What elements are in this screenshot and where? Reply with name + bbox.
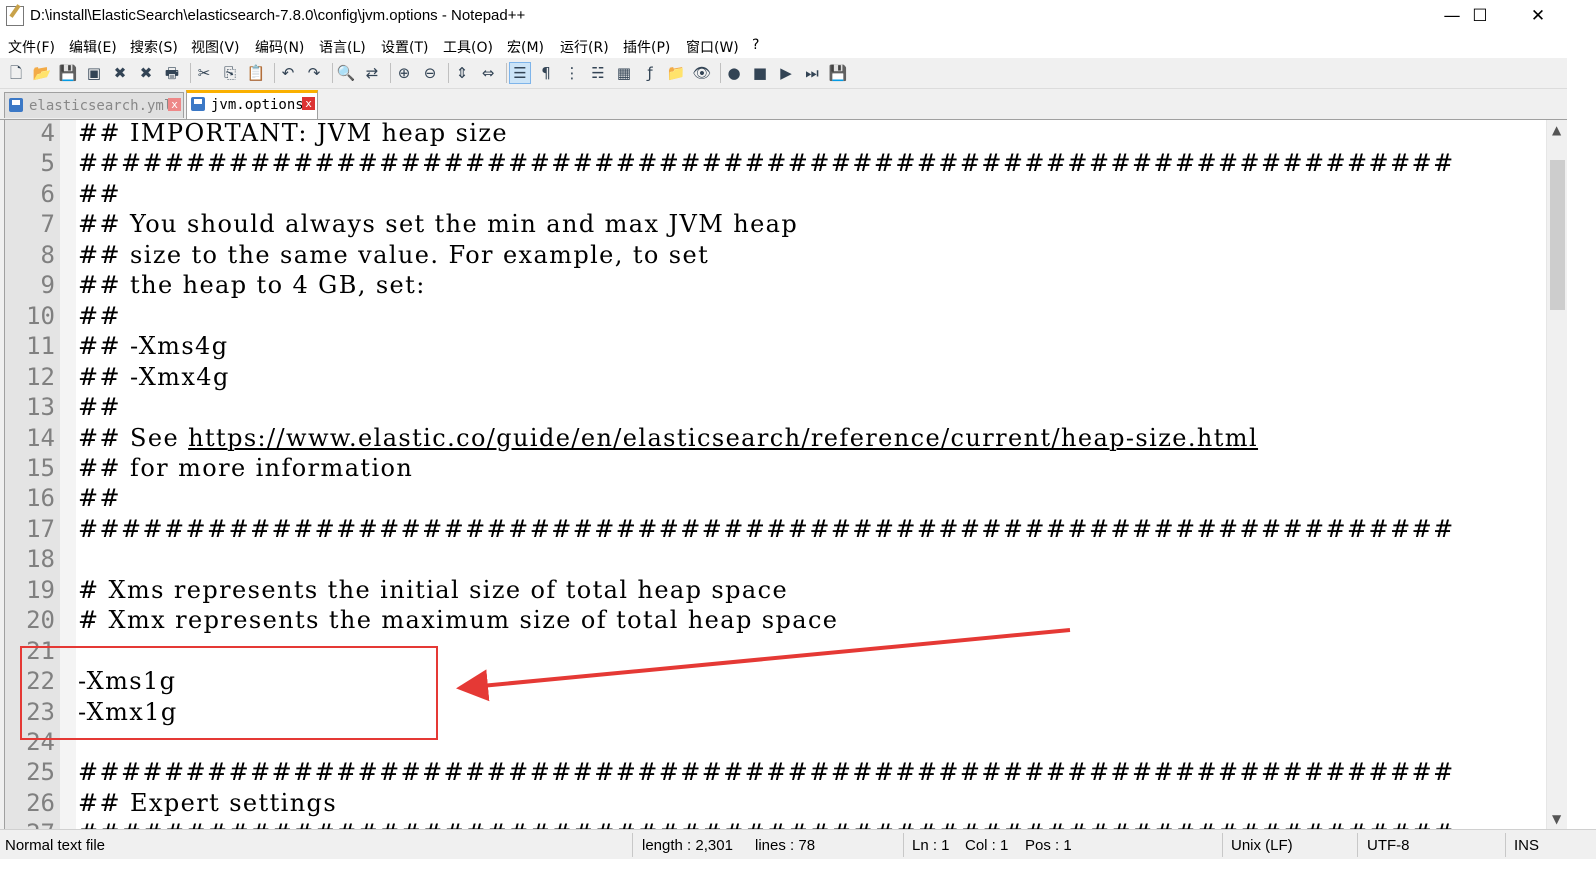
status-column: Col : 1 <box>965 837 1009 854</box>
window-bottom-edge <box>0 859 1596 874</box>
status-position: Pos : 1 <box>1025 837 1072 854</box>
annotation-arrow <box>456 628 1071 702</box>
status-length: length : 2,301 <box>642 837 733 854</box>
vertical-scrollbar[interactable]: ▲ ▼ <box>1546 120 1568 829</box>
status-eol[interactable]: Unix (LF) <box>1231 837 1293 854</box>
scroll-down-icon[interactable]: ▼ <box>1552 812 1561 826</box>
scrollbar-thumb[interactable] <box>1550 160 1565 310</box>
status-insert-mode[interactable]: INS <box>1514 837 1539 854</box>
status-divider <box>1505 833 1506 857</box>
status-bar: Normal text file length : 2,301 lines : … <box>0 829 1596 860</box>
status-divider <box>1222 833 1223 857</box>
status-line-number: Ln : 1 <box>912 837 950 854</box>
status-divider <box>903 833 904 857</box>
scroll-up-icon[interactable]: ▲ <box>1552 123 1561 137</box>
status-file-type: Normal text file <box>5 837 106 854</box>
window-right-edge <box>1567 33 1596 874</box>
status-lines: lines : 78 <box>755 837 816 854</box>
status-divider <box>632 833 633 857</box>
status-encoding[interactable]: UTF-8 <box>1367 837 1410 854</box>
arrow-line <box>456 628 1071 702</box>
status-divider <box>1357 833 1358 857</box>
